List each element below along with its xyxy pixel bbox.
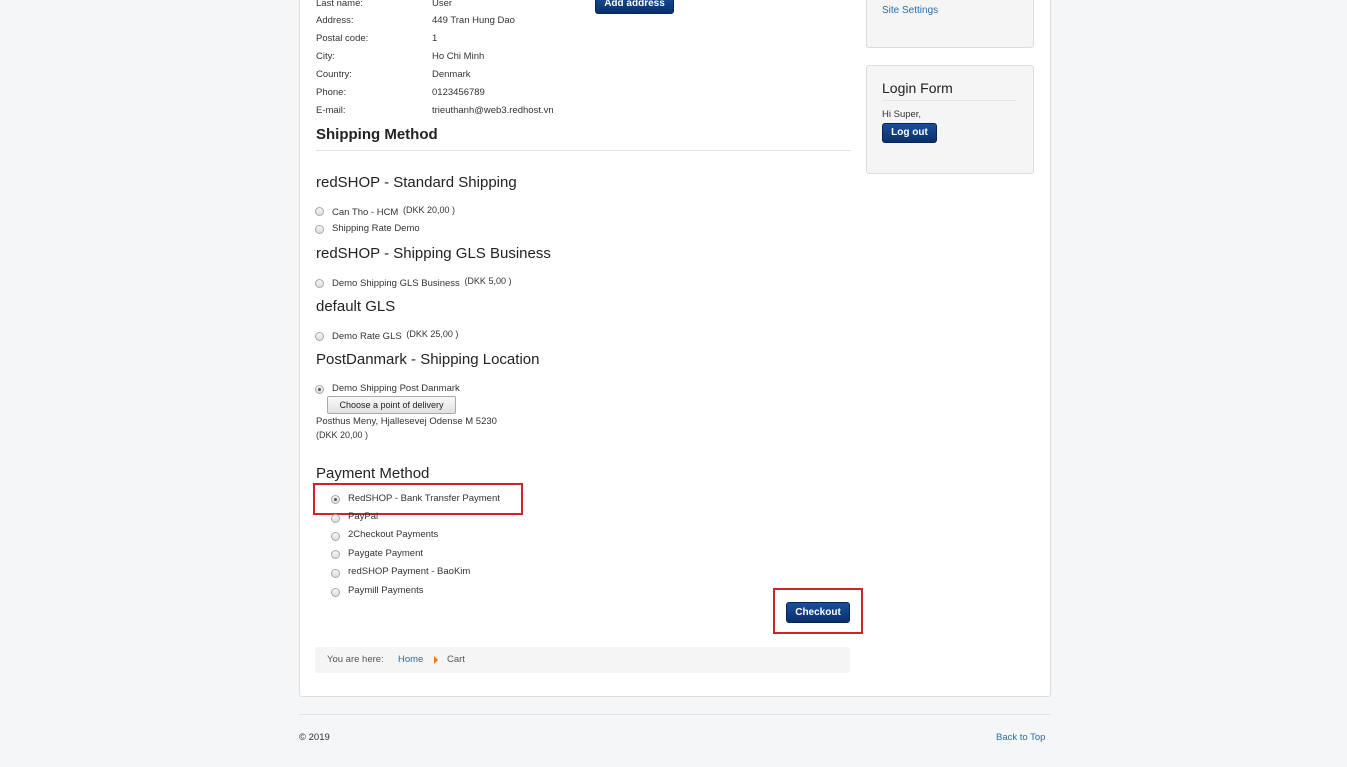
radio-paypal[interactable]: [331, 514, 340, 523]
login-form-divider: [882, 100, 1016, 101]
phone-value: 0123456789: [432, 87, 485, 98]
logout-button[interactable]: Log out: [882, 123, 937, 143]
postal-code-value: 1: [432, 33, 438, 44]
site-settings-link[interactable]: Site Settings: [882, 5, 938, 16]
shipping-method-divider: [316, 150, 851, 151]
option-paymill[interactable]: Paymill Payments: [348, 585, 424, 596]
option-label: Can Tho - HCM: [332, 207, 399, 218]
last-name-label: Last name:: [316, 0, 363, 9]
city-value: Ho Chi Minh: [432, 51, 485, 62]
city-label: City:: [316, 51, 335, 62]
footer-divider: [299, 714, 1051, 715]
option-demo-gls-business[interactable]: Demo Shipping GLS Business (DKK 5,00 ): [332, 276, 511, 289]
option-price: (DKK 25,00 ): [406, 329, 459, 339]
radio-demo-post-danmark[interactable]: [315, 385, 324, 394]
email-value: trieuthanh@web3.redhost.vn: [432, 105, 554, 116]
shipping-group-standard: redSHOP - Standard Shipping: [316, 174, 517, 191]
option-shipping-rate-demo[interactable]: Shipping Rate Demo: [332, 223, 420, 234]
radio-bank-transfer[interactable]: [331, 495, 340, 504]
breadcrumb-prefix: You are here:: [327, 654, 384, 665]
option-paygate[interactable]: Paygate Payment: [348, 548, 423, 559]
radio-shipping-rate-demo[interactable]: [315, 225, 324, 234]
phone-label: Phone:: [316, 87, 347, 98]
option-baokim[interactable]: redSHOP Payment - BaoKim: [348, 566, 470, 577]
option-2checkout[interactable]: 2Checkout Payments: [348, 529, 438, 540]
checkout-button[interactable]: Checkout: [786, 602, 850, 623]
option-demo-post-danmark[interactable]: Demo Shipping Post Danmark: [332, 383, 460, 394]
country-value: Denmark: [432, 69, 471, 80]
option-can-tho-hcm[interactable]: Can Tho - HCM (DKK 20,00 ): [332, 205, 455, 218]
breadcrumb-home-link[interactable]: Home: [398, 654, 423, 665]
breadcrumb-separator-icon: [434, 656, 438, 664]
breadcrumb: [315, 647, 850, 673]
address-value: 449 Tran Hung Dao: [432, 15, 515, 26]
login-form-title: Login Form: [882, 80, 953, 96]
option-price: (DKK 5,00 ): [464, 276, 512, 286]
option-label: Demo Shipping GLS Business: [332, 278, 460, 289]
option-label: Demo Rate GLS: [332, 331, 402, 342]
address-label: Address:: [316, 15, 354, 26]
add-address-button[interactable]: Add address: [595, 0, 674, 14]
radio-can-tho-hcm[interactable]: [315, 207, 324, 216]
radio-paygate[interactable]: [331, 550, 340, 559]
delivery-point-price: (DKK 20,00 ): [316, 430, 369, 440]
option-price: (DKK 20,00 ): [402, 205, 456, 215]
country-label: Country:: [316, 69, 352, 80]
login-greeting: Hi Super,: [882, 109, 922, 120]
email-label: E-mail:: [316, 105, 346, 116]
breadcrumb-current: Cart: [447, 654, 465, 665]
option-demo-rate-gls[interactable]: Demo Rate GLS (DKK 25,00 ): [332, 329, 458, 342]
radio-baokim[interactable]: [331, 569, 340, 578]
postal-code-label: Postal code:: [316, 33, 369, 44]
option-bank-transfer[interactable]: RedSHOP - Bank Transfer Payment: [348, 493, 500, 504]
last-name-value: User: [432, 0, 453, 9]
footer-copyright: © 2019: [299, 732, 330, 743]
radio-paymill[interactable]: [331, 588, 340, 597]
back-to-top-link[interactable]: Back to Top: [996, 732, 1045, 743]
shipping-method-title: Shipping Method: [316, 126, 438, 143]
shipping-group-postdanmark: PostDanmark - Shipping Location: [316, 351, 540, 368]
radio-demo-gls-business[interactable]: [315, 279, 324, 288]
delivery-point-address: Posthus Meny, Hjallesevej Odense M 5230: [316, 416, 497, 427]
radio-demo-rate-gls[interactable]: [315, 332, 324, 341]
radio-2checkout[interactable]: [331, 532, 340, 541]
choose-delivery-point-button[interactable]: Choose a point of delivery: [327, 396, 456, 414]
payment-method-title: Payment Method: [316, 465, 430, 482]
shipping-group-default-gls: default GLS: [316, 298, 396, 315]
shipping-group-gls-business: redSHOP - Shipping GLS Business: [316, 245, 551, 262]
option-paypal[interactable]: PayPal: [348, 511, 378, 522]
